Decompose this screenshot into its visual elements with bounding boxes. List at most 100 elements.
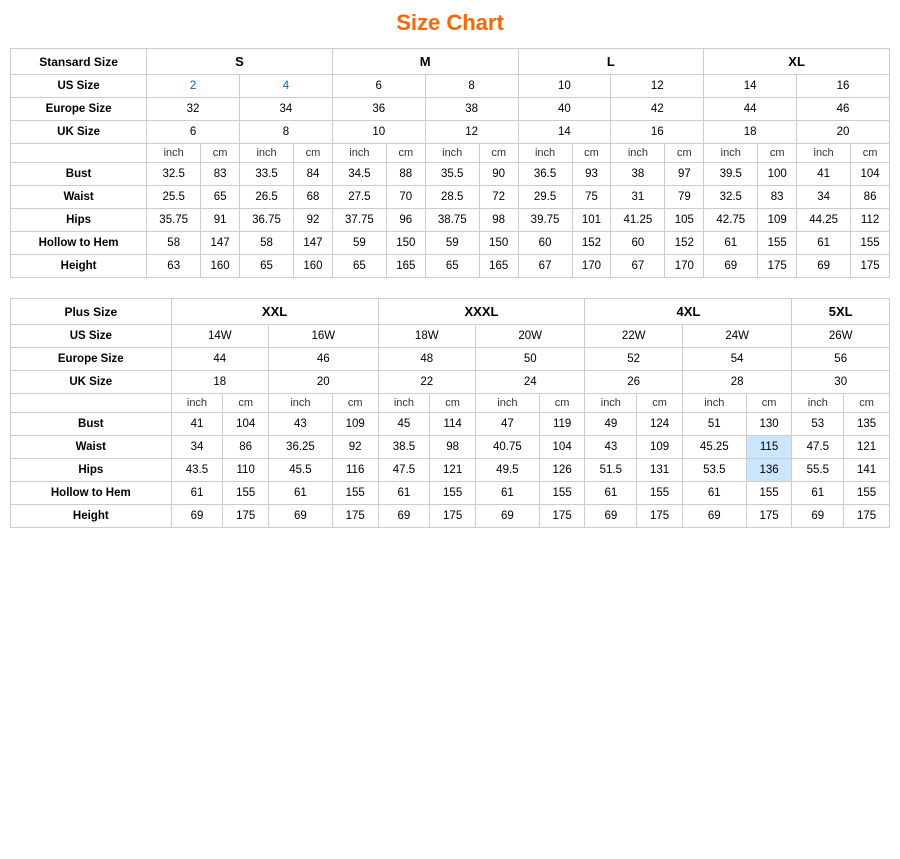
standard-us-4: 4 <box>239 75 332 98</box>
standard-uk-row: UK Size 6 8 10 12 14 16 18 20 <box>11 121 890 144</box>
plus-europe-label: Europe Size <box>11 348 172 371</box>
standard-hips-label: Hips <box>11 209 147 232</box>
plus-unit-inch7: inch <box>792 394 844 413</box>
plus-unit-cm7: cm <box>844 394 890 413</box>
standard-unit-cm8: cm <box>851 144 890 163</box>
standard-uk-14: 14 <box>518 121 611 144</box>
plus-size-xxl: XXL <box>171 299 378 325</box>
plus-unit-cm6: cm <box>746 394 792 413</box>
standard-size-m: M <box>332 49 518 75</box>
plus-unit-inch1: inch <box>171 394 223 413</box>
plus-unit-inch6: inch <box>682 394 746 413</box>
standard-eu-36: 36 <box>332 98 425 121</box>
plus-size-5xl: 5XL <box>792 299 890 325</box>
plus-unit-cm3: cm <box>430 394 476 413</box>
standard-europe-row: Europe Size 32 34 36 38 40 42 44 46 <box>11 98 890 121</box>
plus-unit-cm4: cm <box>539 394 585 413</box>
standard-unit-inch8: inch <box>797 144 851 163</box>
plus-unit-inch3: inch <box>378 394 430 413</box>
standard-unit-inch1: inch <box>147 144 201 163</box>
standard-size-xl: XL <box>704 49 890 75</box>
standard-height-row: Height 63 160 65 160 65 165 65 165 67 17… <box>11 255 890 278</box>
standard-uk-12: 12 <box>425 121 518 144</box>
standard-hollow-label: Hollow to Hem <box>11 232 147 255</box>
standard-size-l: L <box>518 49 704 75</box>
plus-height-row: Height 69 175 69 175 69 175 69 175 69 17… <box>11 505 890 528</box>
standard-unit-cm2: cm <box>294 144 333 163</box>
standard-us-size-row: US Size 2 4 6 8 10 12 14 16 <box>11 75 890 98</box>
standard-eu-42: 42 <box>611 98 704 121</box>
plus-uk-label: UK Size <box>11 371 172 394</box>
plus-uk-28: 28 <box>682 371 792 394</box>
standard-uk-20: 20 <box>797 121 890 144</box>
standard-size-s: S <box>147 49 333 75</box>
standard-main-header: Stansard Size <box>11 49 147 75</box>
plus-uk-30: 30 <box>792 371 890 394</box>
standard-unit-inch6: inch <box>611 144 665 163</box>
plus-europe-row: Europe Size 44 46 48 50 52 54 56 <box>11 348 890 371</box>
plus-uk-18: 18 <box>171 371 268 394</box>
plus-eu-54: 54 <box>682 348 792 371</box>
plus-unit-inch5: inch <box>585 394 637 413</box>
standard-unit-cm6: cm <box>665 144 704 163</box>
plus-us-size-row: US Size 14W 16W 18W 20W 22W 24W 26W <box>11 325 890 348</box>
plus-unit-cm5: cm <box>637 394 683 413</box>
plus-header-row: Plus Size XXL XXXL 4XL 5XL <box>11 299 890 325</box>
plus-uk-22: 22 <box>378 371 475 394</box>
plus-us-16w: 16W <box>269 325 379 348</box>
plus-unit-inch4: inch <box>475 394 539 413</box>
plus-main-header: Plus Size <box>11 299 172 325</box>
plus-uk-24: 24 <box>475 371 585 394</box>
standard-hips-row: Hips 35.75 91 36.75 92 37.75 96 38.75 98… <box>11 209 890 232</box>
standard-waist-label: Waist <box>11 186 147 209</box>
standard-unit-inch3: inch <box>332 144 386 163</box>
standard-uk-8: 8 <box>239 121 332 144</box>
plus-uk-row: UK Size 18 20 22 24 26 28 30 <box>11 371 890 394</box>
standard-us-14: 14 <box>704 75 797 98</box>
standard-bust-label: Bust <box>11 163 147 186</box>
standard-us-10: 10 <box>518 75 611 98</box>
plus-bust-label: Bust <box>11 413 172 436</box>
plus-eu-46: 46 <box>269 348 379 371</box>
plus-uk-20: 20 <box>269 371 379 394</box>
standard-unit-inch2: inch <box>239 144 293 163</box>
standard-us-16: 16 <box>797 75 890 98</box>
plus-hips-row: Hips 43.5 110 45.5 116 47.5 121 49.5 126… <box>11 459 890 482</box>
plus-height-label: Height <box>11 505 172 528</box>
plus-hips-label: Hips <box>11 459 172 482</box>
plus-unit-inch2: inch <box>269 394 333 413</box>
standard-unit-cm4: cm <box>479 144 518 163</box>
plus-unit-cm2: cm <box>332 394 378 413</box>
standard-eu-46: 46 <box>797 98 890 121</box>
plus-eu-52: 52 <box>585 348 682 371</box>
standard-chart-section: Stansard Size S M L XL US Size 2 4 6 8 1… <box>10 48 890 278</box>
plus-waist-row: Waist 34 86 36.25 92 38.5 98 40.75 104 4… <box>11 436 890 459</box>
plus-us-14w: 14W <box>171 325 268 348</box>
plus-us-22w: 22W <box>585 325 682 348</box>
plus-eu-48: 48 <box>378 348 475 371</box>
standard-eu-32: 32 <box>147 98 240 121</box>
standard-unit-inch7: inch <box>704 144 758 163</box>
plus-waist-label: Waist <box>11 436 172 459</box>
standard-us-6: 6 <box>332 75 425 98</box>
plus-size-xxxl: XXXL <box>378 299 585 325</box>
standard-unit-cm5: cm <box>572 144 611 163</box>
standard-unit-cm3: cm <box>386 144 425 163</box>
standard-height-label: Height <box>11 255 147 278</box>
plus-unit-row: inch cm inch cm inch cm inch cm inch cm … <box>11 394 890 413</box>
standard-unit-cm7: cm <box>758 144 797 163</box>
plus-us-label: US Size <box>11 325 172 348</box>
standard-eu-40: 40 <box>518 98 611 121</box>
plus-uk-26: 26 <box>585 371 682 394</box>
standard-uk-10: 10 <box>332 121 425 144</box>
standard-hollow-row: Hollow to Hem 58 147 58 147 59 150 59 15… <box>11 232 890 255</box>
plus-hollow-label: Hollow to Hem <box>11 482 172 505</box>
plus-bust-row: Bust 41 104 43 109 45 114 47 119 49 124 … <box>11 413 890 436</box>
plus-chart-section: Plus Size XXL XXXL 4XL 5XL US Size 14W 1… <box>10 298 890 528</box>
standard-us-8: 8 <box>425 75 518 98</box>
standard-unit-inch5: inch <box>518 144 572 163</box>
standard-uk-6: 6 <box>147 121 240 144</box>
plus-eu-50: 50 <box>475 348 585 371</box>
standard-eu-38: 38 <box>425 98 518 121</box>
standard-europe-label: Europe Size <box>11 98 147 121</box>
